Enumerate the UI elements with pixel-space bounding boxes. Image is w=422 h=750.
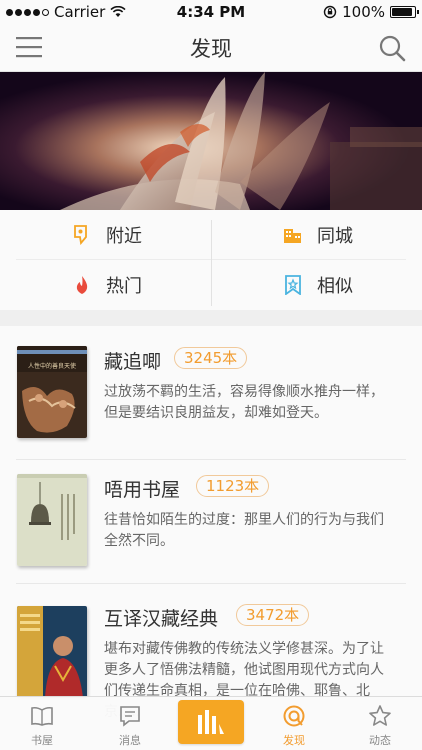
tab-label: 消息 <box>119 734 141 747</box>
banner-illustration <box>0 72 422 210</box>
battery-icon <box>390 6 419 18</box>
chart-bars-icon <box>198 710 224 734</box>
list-item[interactable]: 唔用书屋 1123本 往昔恰如陌生的过度：那里人们的行为与我们全然不同。 <box>0 460 422 584</box>
similar-bookmark-icon <box>285 275 301 295</box>
tab-label: 发现 <box>283 734 305 747</box>
book-cover: 人性中的善良天使 <box>17 346 87 438</box>
count-badge: 3245本 <box>174 347 248 369</box>
book-icon <box>31 706 53 726</box>
status-bar: Carrier 4:34 PM 100% <box>0 0 422 22</box>
banner-image[interactable] <box>0 72 422 210</box>
book-description: 过放荡不羁的生活，容易得像顺水推舟一样，但是要结识良朋益友，却难如登天。 <box>104 384 384 421</box>
category-same-city[interactable]: 同城 <box>211 210 422 260</box>
tab-bookhouse[interactable]: 书屋 <box>0 697 84 750</box>
fire-icon <box>76 276 88 294</box>
count-badge: 1123本 <box>196 475 270 497</box>
rotation-lock-icon <box>323 5 337 19</box>
page-title: 发现 <box>190 37 232 61</box>
book-name: 藏追唧 <box>104 351 162 373</box>
tab-messages[interactable]: 消息 <box>88 697 172 750</box>
category-hot[interactable]: 热门 <box>0 260 211 310</box>
message-icon <box>120 706 140 727</box>
grid-divider <box>211 220 212 306</box>
category-similar[interactable]: 相似 <box>211 260 422 310</box>
tab-label: 书屋 <box>31 734 53 747</box>
star-icon <box>369 705 391 726</box>
section-spacer <box>0 310 422 326</box>
location-pin-icon <box>74 225 87 245</box>
book-name: 唔用书屋 <box>104 479 181 501</box>
tab-discover[interactable]: 发现 <box>252 697 336 750</box>
status-right: 100% <box>323 3 419 21</box>
count-badge: 3472本 <box>236 604 310 626</box>
category-grid: 附近 同城 热门 相似 <box>0 210 422 310</box>
discover-icon <box>283 705 305 727</box>
city-building-icon <box>284 229 301 243</box>
cover-title: 人性中的善良天使 <box>28 362 76 370</box>
search-icon[interactable] <box>378 34 406 62</box>
category-label: 附近 <box>106 226 142 247</box>
tab-label: 动态 <box>369 734 391 747</box>
category-nearby[interactable]: 附近 <box>0 210 211 260</box>
category-label: 同城 <box>317 226 353 247</box>
category-label: 相似 <box>317 276 353 297</box>
book-cover <box>17 606 87 698</box>
book-description: 往昔恰如陌生的过度：那里人们的行为与我们全然不同。 <box>104 512 384 549</box>
center-action-button[interactable] <box>178 700 244 744</box>
list-item[interactable]: 人性中的善良天使 藏追唧 3245本 过放荡不羁的生活，容易得像顺水推舟一样，但… <box>0 326 422 460</box>
battery-label: 100% <box>342 3 385 21</box>
book-name: 互译汉藏经典 <box>104 608 219 630</box>
category-label: 热门 <box>106 276 142 297</box>
bookstore-list: 人性中的善良天使 藏追唧 3245本 过放荡不羁的生活，容易得像顺水推舟一样，但… <box>0 326 422 750</box>
book-cover <box>17 474 87 566</box>
tab-activity[interactable]: 动态 <box>338 697 422 750</box>
navigation-bar: 发现 <box>0 22 422 72</box>
